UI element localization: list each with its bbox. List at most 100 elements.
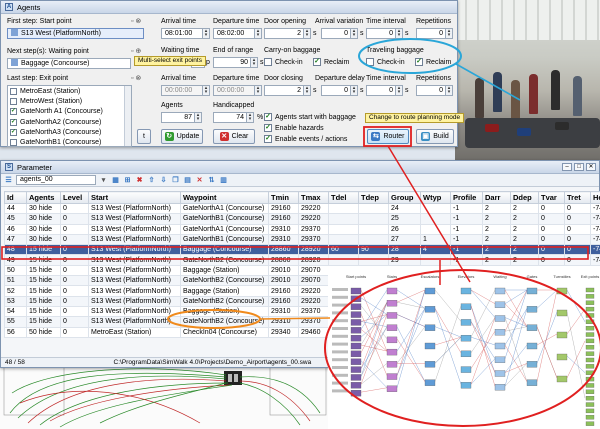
- column-header[interactable]: Wtyp: [420, 191, 451, 204]
- table-cell[interactable]: S13 West (PlatformNorth): [88, 254, 181, 266]
- end-of-range-spinner[interactable]: ▴ ▾: [251, 57, 258, 68]
- table-cell[interactable]: S13 West (PlatformNorth): [88, 202, 181, 215]
- build-button[interactable]: ▣ Build: [416, 129, 454, 144]
- table-cell[interactable]: CheckIn04 (Concourse): [180, 326, 269, 338]
- time-interval-field[interactable]: 0: [366, 28, 396, 39]
- table-cell[interactable]: 2: [482, 233, 511, 246]
- repetitions-spinner[interactable]: ▴ ▾: [446, 28, 453, 39]
- table-cell[interactable]: 27: [388, 233, 421, 246]
- table-cell[interactable]: 15 hide: [26, 275, 61, 287]
- column-header[interactable]: Darr: [482, 191, 511, 204]
- table-cell[interactable]: [358, 202, 389, 215]
- table-cell[interactable]: 1: [420, 233, 451, 246]
- router-button[interactable]: ⇆ Router: [367, 129, 409, 144]
- table-cell[interactable]: 0: [564, 223, 591, 235]
- column-header[interactable]: Tdel: [328, 191, 359, 204]
- table-cell[interactable]: 51: [4, 275, 27, 287]
- delete-row-icon[interactable]: ✖: [135, 176, 144, 185]
- table-cell[interactable]: 29310: [268, 316, 299, 328]
- table-cell[interactable]: 50 hide: [26, 326, 61, 338]
- end-of-range-field[interactable]: 90: [213, 57, 251, 68]
- table-cell[interactable]: S13 West (PlatformNorth): [88, 264, 181, 277]
- table-cell[interactable]: 29220: [298, 202, 329, 215]
- table-cell[interactable]: 0: [60, 223, 89, 235]
- table-cell[interactable]: 52: [4, 285, 27, 297]
- table-cell[interactable]: GateNorthA1 (Concourse): [180, 202, 269, 215]
- repetitions2-spinner[interactable]: ▴ ▾: [446, 85, 453, 96]
- table-row[interactable]: 45 30 hide 0 S13 West (PlatformNorth) GateNo…: [4, 213, 600, 225]
- table-cell[interactable]: 2: [482, 213, 511, 225]
- repetitions2-field[interactable]: 0: [416, 85, 446, 96]
- table-cell[interactable]: 0: [564, 254, 591, 266]
- table-cell[interactable]: -74: [590, 233, 600, 246]
- table-cell[interactable]: 30 hide: [26, 223, 61, 235]
- close-icon[interactable]: ✕: [586, 163, 596, 171]
- table-cell[interactable]: -1: [450, 254, 483, 266]
- table-cell[interactable]: 90: [358, 244, 389, 256]
- column-header[interactable]: Agents: [26, 191, 61, 204]
- table-cell[interactable]: 29010: [268, 275, 299, 287]
- table-cell[interactable]: 49: [4, 254, 27, 266]
- table-cell[interactable]: 45: [4, 213, 27, 225]
- table-cell[interactable]: 29220: [298, 213, 329, 225]
- column-header[interactable]: Tret: [564, 191, 591, 204]
- table-cell[interactable]: MetroEast (Station): [88, 326, 181, 338]
- table-cell[interactable]: 15 hide: [26, 254, 61, 266]
- traveling-reclaim-checkbox[interactable]: ✓ Reclaim: [415, 58, 451, 66]
- exit-point-item[interactable]: ✓ GateNorthA2 (Concourse): [8, 117, 131, 127]
- table-cell[interactable]: S13 West (PlatformNorth): [88, 244, 181, 256]
- table-cell[interactable]: 15 hide: [26, 285, 61, 297]
- table-cell[interactable]: 50: [4, 264, 27, 277]
- table-cell[interactable]: [328, 233, 359, 246]
- exit-points-list[interactable]: MetroEast (Station) MetroWest (Station) ✓ G…: [7, 85, 132, 147]
- table-cell[interactable]: [420, 202, 451, 215]
- add-row-icon[interactable]: ⊞: [123, 176, 132, 185]
- table-cell[interactable]: GateNorthA1 (Concourse): [180, 223, 269, 235]
- table-cell[interactable]: [420, 254, 451, 266]
- departure-delay-spinner[interactable]: ▴ ▾: [351, 85, 358, 96]
- table-cell[interactable]: 29370: [298, 233, 329, 246]
- exit-point-item[interactable]: ✓ GateNorth A1 (Concourse): [8, 107, 131, 117]
- door-closing-spinner[interactable]: ▴ ▾: [304, 85, 311, 96]
- table-cell[interactable]: GateNorthB2 (Concourse): [180, 275, 269, 287]
- table-cell[interactable]: GateNorthB2 (Concourse): [180, 254, 269, 266]
- table-cell[interactable]: 2: [482, 223, 511, 235]
- table-cell[interactable]: 53: [4, 295, 27, 307]
- table-cell[interactable]: 48: [4, 244, 27, 256]
- table-cell[interactable]: 29220: [298, 285, 329, 297]
- time-interval-spinner[interactable]: ▴ ▾: [396, 28, 403, 39]
- column-header[interactable]: Profile: [450, 191, 483, 204]
- arrival-time2-field[interactable]: 00:00:00: [161, 85, 203, 96]
- carry-on-checkin-checkbox[interactable]: Check-in: [264, 58, 303, 66]
- table-cell[interactable]: -1: [450, 223, 483, 235]
- clear-all-icon[interactable]: ✕: [195, 176, 204, 185]
- export-icon[interactable]: ▥: [219, 176, 228, 185]
- table-cell[interactable]: [358, 254, 389, 266]
- departure-time-field[interactable]: 08:02:00: [213, 28, 255, 39]
- table-cell[interactable]: 0: [538, 244, 565, 256]
- table-cell[interactable]: 60: [328, 244, 359, 256]
- table-cell[interactable]: 0: [60, 213, 89, 225]
- table-cell[interactable]: 15 hide: [26, 264, 61, 277]
- table-cell[interactable]: GateNorthB1 (Concourse): [180, 213, 269, 225]
- table-cell[interactable]: 0: [60, 295, 89, 307]
- table-cell[interactable]: 15 hide: [26, 295, 61, 307]
- table-cell[interactable]: S13 West (PlatformNorth): [88, 223, 181, 235]
- table-cell[interactable]: 46: [4, 223, 27, 235]
- table-cell[interactable]: -74: [590, 244, 600, 256]
- door-closing-field[interactable]: 2: [264, 85, 304, 96]
- table-cell[interactable]: 2: [510, 223, 539, 235]
- table-cell[interactable]: 15 hide: [26, 244, 61, 256]
- handicapped-spinner[interactable]: ▴ ▾: [247, 112, 254, 123]
- partial-hidden-button[interactable]: t: [137, 129, 151, 144]
- table-cell[interactable]: 0: [60, 264, 89, 277]
- table-cell[interactable]: 0: [564, 202, 591, 215]
- time-interval2-spinner[interactable]: ▴ ▾: [396, 85, 403, 96]
- table-cell[interactable]: [358, 233, 389, 246]
- exit-point-item[interactable]: MetroWest (Station): [8, 96, 131, 106]
- exit-point-item[interactable]: MetroEast (Station): [8, 86, 131, 96]
- departure-time2-field[interactable]: 00:00:00: [213, 85, 255, 96]
- sort-icon[interactable]: ⇅: [207, 176, 216, 185]
- table-cell[interactable]: 2: [482, 244, 511, 256]
- move-up-icon[interactable]: ⇧: [147, 176, 156, 185]
